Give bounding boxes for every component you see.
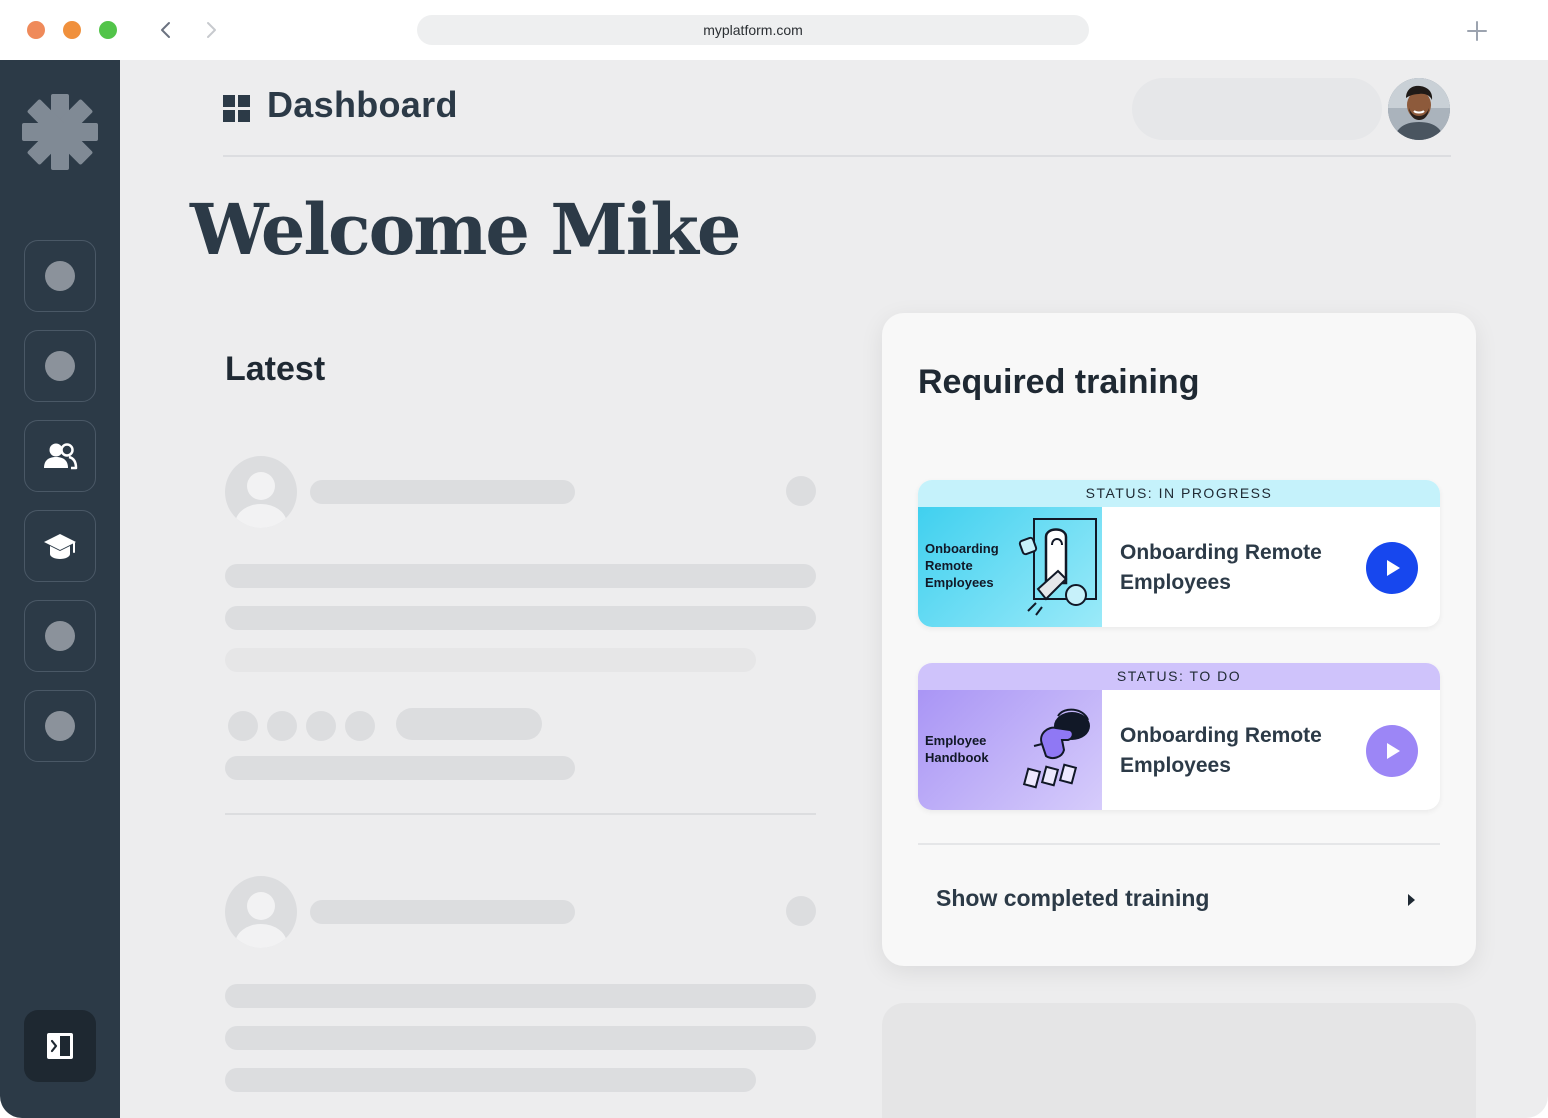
skeleton-line (225, 756, 575, 780)
sidebar-item-5[interactable] (24, 600, 96, 672)
asterisk-logo-icon[interactable] (22, 94, 98, 170)
skeleton-dot (345, 711, 375, 741)
skeleton-dot (228, 711, 258, 741)
play-button[interactable] (1366, 542, 1418, 594)
status-badge: STATUS: TO DO (918, 663, 1440, 690)
sidebar-item-people[interactable] (24, 420, 96, 492)
show-completed-training-link[interactable]: Show completed training (936, 885, 1209, 912)
skeleton-line (225, 984, 816, 1008)
training-item[interactable]: STATUS: IN PROGRESS Onboarding Remote Em… (918, 480, 1440, 627)
chevron-right-icon[interactable] (1404, 890, 1418, 910)
required-training-card: Required training STATUS: IN PROGRESS On… (882, 313, 1476, 966)
main-content: Dashboard Welcome Mike Latest Required t… (120, 60, 1548, 1118)
thumbnail-label: Employee Handbook (925, 733, 989, 765)
play-icon (1387, 560, 1400, 576)
card-divider (918, 843, 1440, 845)
thumbnail-label: Onboarding Remote Employees (925, 541, 999, 590)
play-button[interactable] (1366, 725, 1418, 777)
door-illustration-icon (1018, 518, 1097, 616)
skeleton-pill (396, 708, 542, 740)
training-item[interactable]: STATUS: TO DO Employee Handbook Onboardi… (918, 663, 1440, 810)
feed-divider (225, 813, 816, 815)
minimize-window-button[interactable] (63, 21, 81, 39)
skeleton-line (310, 480, 575, 504)
user-avatar-icon (1388, 78, 1450, 140)
skeleton-line (310, 900, 575, 924)
course-thumbnail: Employee Handbook (918, 690, 1102, 810)
back-arrow-icon[interactable] (154, 18, 178, 42)
sidebar-item-training[interactable] (24, 510, 96, 582)
close-window-button[interactable] (27, 21, 45, 39)
skeleton-dot (786, 896, 816, 926)
training-name: Onboarding Remote Employees (1120, 724, 1322, 777)
page-title: Dashboard (267, 84, 458, 125)
sidebar-collapse-icon (47, 1033, 73, 1059)
forward-arrow-icon[interactable] (199, 18, 223, 42)
sidebar-collapse-button[interactable] (24, 1010, 96, 1082)
skeleton-dot (267, 711, 297, 741)
header-search-placeholder[interactable] (1132, 78, 1382, 140)
play-icon (1387, 743, 1400, 759)
course-thumbnail: Onboarding Remote Employees (918, 507, 1102, 627)
new-tab-plus-icon[interactable] (1466, 20, 1488, 42)
sidebar-item-1[interactable] (24, 240, 96, 312)
address-bar[interactable]: myplatform.com (417, 15, 1089, 45)
dashboard-grid-icon (223, 95, 250, 122)
graduation-cap-icon (44, 534, 76, 559)
skeleton-line (225, 648, 756, 672)
status-badge: STATUS: IN PROGRESS (918, 480, 1440, 507)
placeholder-card (882, 1003, 1476, 1118)
placeholder-dot-icon (45, 711, 75, 741)
skeleton-dot (786, 476, 816, 506)
user-avatar[interactable] (1388, 78, 1450, 140)
placeholder-dot-icon (45, 261, 75, 291)
header-divider (223, 155, 1451, 157)
training-name: Onboarding Remote Employees (1120, 541, 1322, 594)
skeleton-avatar (225, 456, 297, 528)
latest-heading: Latest (225, 350, 326, 388)
welcome-heading: Welcome Mike (190, 188, 741, 271)
browser-toolbar: myplatform.com (0, 0, 1548, 60)
skeleton-line (225, 606, 816, 630)
sidebar (0, 60, 120, 1118)
skeleton-line (225, 1026, 816, 1050)
placeholder-dot-icon (45, 621, 75, 651)
maximize-window-button[interactable] (99, 21, 117, 39)
handbook-illustration-icon (1022, 708, 1090, 789)
required-training-title: Required training (918, 363, 1200, 401)
skeleton-avatar (225, 876, 297, 948)
skeleton-dot (306, 711, 336, 741)
users-icon (44, 443, 78, 470)
placeholder-dot-icon (45, 351, 75, 381)
sidebar-item-6[interactable] (24, 690, 96, 762)
sidebar-item-2[interactable] (24, 330, 96, 402)
skeleton-line (225, 564, 816, 588)
skeleton-line (225, 1068, 756, 1092)
browser-window: myplatform.com Dashboard Welcome Mike La… (0, 0, 1548, 1118)
